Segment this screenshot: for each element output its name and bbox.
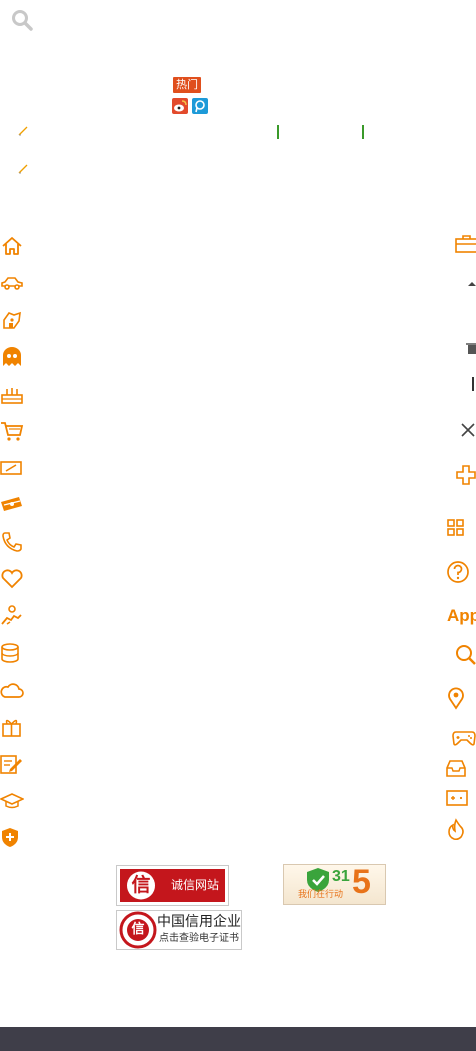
cart-icon[interactable] [0,419,24,443]
badge-315-text: 我们在行动 [298,890,344,900]
gift-icon[interactable] [0,715,24,739]
ghost-icon[interactable] [0,345,24,369]
caret-up-icon[interactable] [466,274,476,286]
trust-label: 诚信网站 [171,878,220,892]
pencil-icon [16,124,30,138]
location-icon[interactable] [444,686,468,710]
help-icon[interactable] [446,560,470,584]
cake-icon[interactable] [0,382,24,406]
search-icon[interactable] [454,643,476,667]
trash-icon[interactable] [466,340,476,354]
badge-315-big: 5 [352,863,371,901]
credit-seal: 信 [131,922,145,937]
badge-315-small: 31 [332,868,350,885]
cloud-icon[interactable] [0,678,24,702]
shield-plus-icon[interactable] [0,826,24,850]
phone-icon[interactable] [0,530,24,554]
pencil-icon [16,162,30,176]
car-icon[interactable] [0,271,24,295]
grid-icon[interactable] [446,518,466,538]
gamepad-icon[interactable] [452,726,476,748]
plus-cross-icon[interactable] [455,464,476,488]
credit-title: 中国信用企业 [157,914,241,930]
inbox-icon[interactable] [445,758,467,778]
briefcase-icon[interactable] [455,232,476,256]
tencent-weibo-icon[interactable] [192,98,208,114]
credit-subtitle: 点击查验电子证书 [159,933,239,944]
handshake-icon[interactable] [0,604,24,628]
coins-icon[interactable] [0,641,24,665]
separator [277,125,279,139]
hot-badge[interactable]: 热门 [173,77,201,93]
graduation-icon[interactable] [0,789,25,813]
credit-enterprise-badge[interactable]: 信 中国信用企业 点击查验电子证书 [116,910,242,950]
money-icon[interactable] [0,493,24,517]
close-icon[interactable] [460,422,476,438]
badge-315[interactable]: 31 5 我们在行动 [283,863,386,905]
trust-seal: 信 [131,874,151,896]
card-icon[interactable] [446,788,468,808]
fire-icon[interactable] [445,818,469,842]
pet-icon[interactable] [0,308,24,332]
trust-website-badge[interactable]: 信 诚信网站 [116,865,229,906]
footer-bar [0,1027,476,1051]
heart-icon[interactable] [0,567,24,591]
search-icon[interactable] [10,8,34,32]
home-icon[interactable] [0,234,24,258]
edit-icon[interactable] [0,752,24,776]
weibo-icon[interactable] [172,98,188,114]
ticket-icon[interactable] [0,456,24,480]
app-icon[interactable]: App [447,604,476,628]
bar-icon [472,376,476,391]
separator [362,125,364,139]
